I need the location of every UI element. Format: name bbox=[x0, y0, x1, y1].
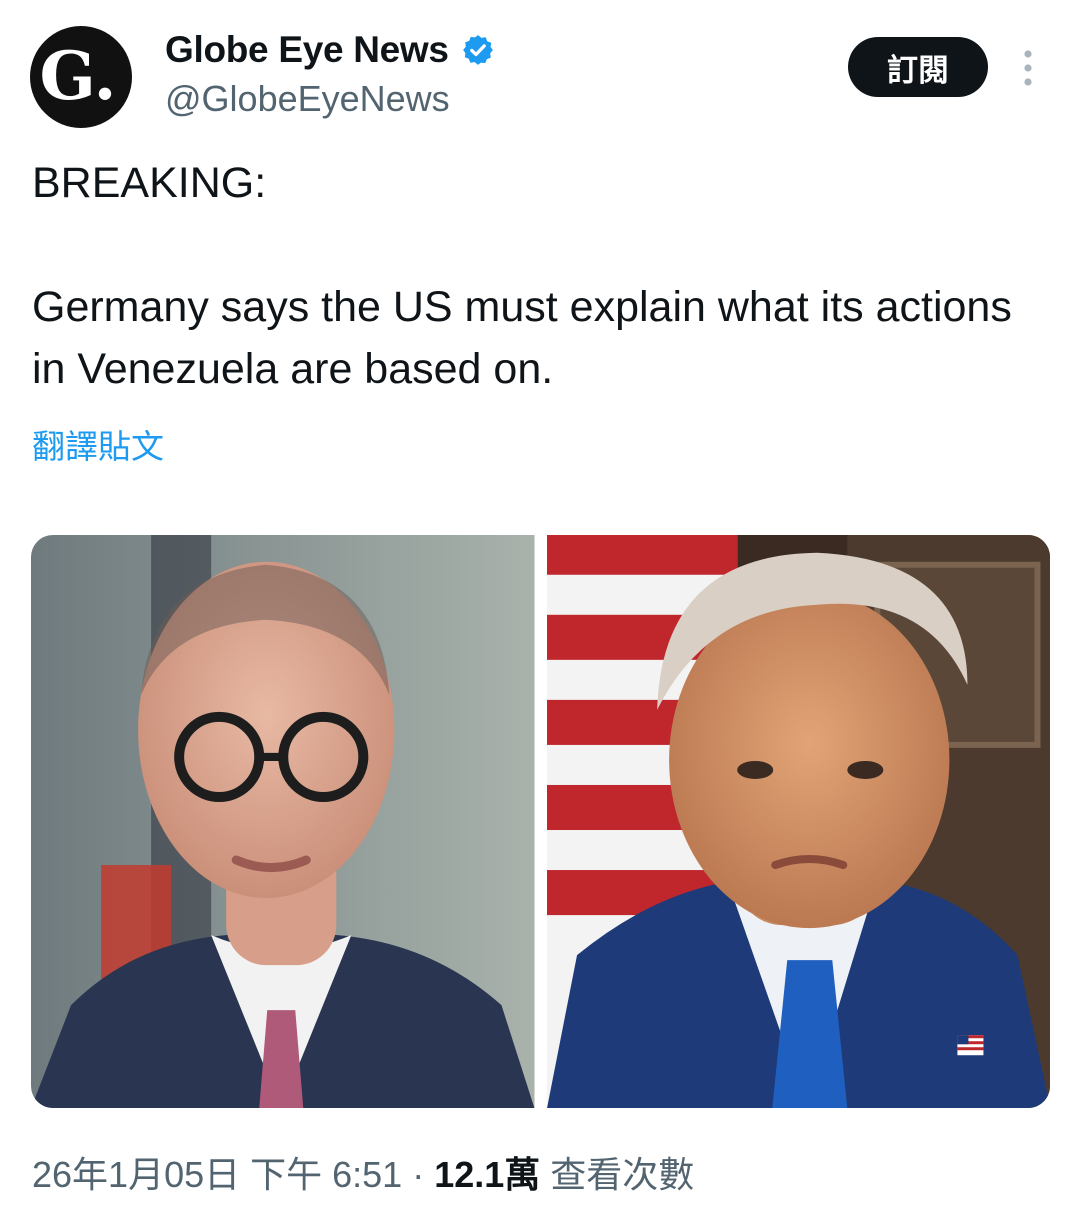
views-label: 查看次數 bbox=[550, 1154, 695, 1195]
meta-separator: · bbox=[402, 1154, 435, 1195]
more-vertical-icon[interactable] bbox=[1016, 48, 1040, 88]
author-info: Globe Eye News @GlobeEyeNews bbox=[165, 28, 495, 120]
photo-right-image bbox=[546, 535, 1050, 1108]
post-meta: 26年1月05日 下午 6:51 · 12.1萬 查看次數 bbox=[32, 1146, 694, 1198]
photo-right[interactable] bbox=[546, 535, 1050, 1108]
avatar-logo-letter: G. bbox=[39, 37, 117, 115]
post-time[interactable]: 下午 6:51 bbox=[250, 1146, 402, 1198]
views-count: 12.1萬 bbox=[434, 1154, 541, 1195]
translate-post-link[interactable]: 翻譯貼文 bbox=[32, 420, 164, 468]
display-name[interactable]: Globe Eye News bbox=[165, 29, 449, 71]
photo-left-image bbox=[31, 535, 535, 1108]
photo-left[interactable] bbox=[31, 535, 535, 1108]
post-text: BREAKING: Germany says the US must expla… bbox=[32, 159, 1012, 393]
subscribe-button[interactable]: 訂閱 bbox=[848, 37, 988, 97]
post-media bbox=[31, 535, 1050, 1108]
verified-badge-icon bbox=[462, 35, 493, 65]
post-date[interactable]: 26年1月05日 bbox=[32, 1146, 240, 1198]
avatar[interactable]: G. bbox=[30, 26, 132, 128]
user-handle[interactable]: @GlobeEyeNews bbox=[165, 78, 495, 120]
display-name-row: Globe Eye News bbox=[165, 28, 495, 72]
